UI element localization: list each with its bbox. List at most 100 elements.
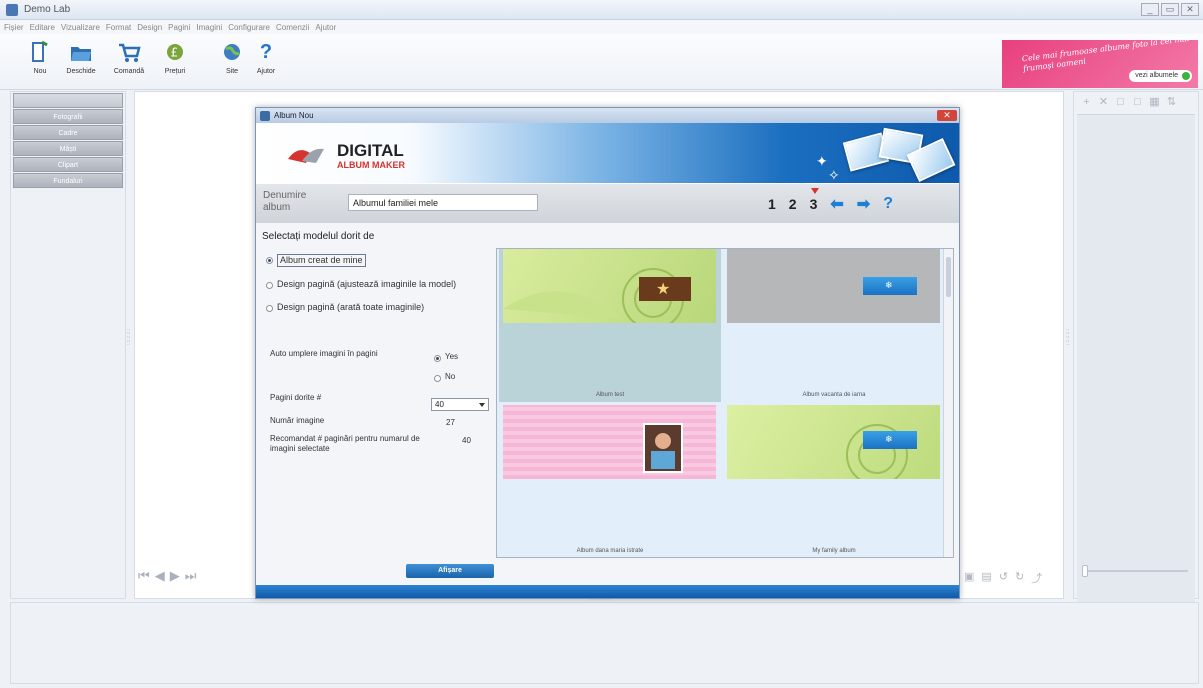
template-options: Album creat de mine Design pagină (ajust… xyxy=(266,254,494,325)
logo-subtitle: ALBUM MAKER xyxy=(337,160,405,170)
menu-edit[interactable]: Editare xyxy=(30,23,55,32)
back-arrow-icon[interactable]: ⬅ xyxy=(830,194,843,214)
menu-view[interactable]: Vizualizare xyxy=(61,23,100,32)
snowflake-icon: ❄ xyxy=(885,280,893,290)
dialog-icon xyxy=(260,110,270,121)
last-page-icon[interactable]: ⏭ xyxy=(185,568,197,584)
auto-fill-yes[interactable]: Yes xyxy=(434,352,458,362)
menu-settings[interactable]: Configurare xyxy=(228,23,270,32)
gallery-scrollbar[interactable] xyxy=(943,249,953,557)
left-nav-item-1[interactable] xyxy=(13,93,123,108)
logo-mark-icon xyxy=(288,148,324,163)
left-splitter[interactable]: :::::::: xyxy=(127,329,130,347)
left-nav-item-backgrounds[interactable]: Fundaluri xyxy=(13,173,123,188)
menu-pages[interactable]: Pagini xyxy=(168,23,190,32)
menu-help[interactable]: Ajutor xyxy=(315,23,336,32)
fit-icon[interactable]: ▣ xyxy=(964,570,974,586)
app-title: Demo Lab xyxy=(24,4,71,15)
step-1[interactable]: 1 xyxy=(768,196,776,212)
title-bar: Demo Lab _ ▭ ✕ xyxy=(0,0,1203,20)
step-2[interactable]: 2 xyxy=(789,196,797,212)
zoom-slider-track[interactable] xyxy=(1084,570,1188,572)
open-button[interactable]: Deschide xyxy=(58,40,104,75)
menu-images[interactable]: Imagini xyxy=(196,23,222,32)
sparkle-icon: ✦ xyxy=(816,153,828,169)
auto-fill-label: Auto umplere imagini în pagini xyxy=(270,349,378,358)
auto-fill-no[interactable]: No xyxy=(434,372,455,382)
layout-icon[interactable]: ▤ xyxy=(981,570,991,586)
canvas-tools: ▣ ▤ ↺ ↻ ⤴ xyxy=(964,570,1042,586)
cart-icon xyxy=(117,40,141,64)
page-icon[interactable]: □ xyxy=(1114,96,1127,109)
page-navigation: ⏮ ◀ ▶ ⏭ xyxy=(138,568,196,584)
order-button[interactable]: Comandă xyxy=(106,40,152,75)
radio-custom-album[interactable] xyxy=(266,257,273,264)
app-icon xyxy=(6,3,18,16)
radio-auto-fill-yes[interactable] xyxy=(434,355,441,362)
image-count-value: 27 xyxy=(446,418,455,427)
menu-orders[interactable]: Comenzii xyxy=(276,23,309,32)
template-card[interactable]: ❄ My family album xyxy=(723,405,945,557)
promo-button[interactable]: vezi albumele xyxy=(1129,70,1192,82)
radio-design-fit[interactable] xyxy=(266,282,273,289)
pages-select[interactable]: 40 xyxy=(431,398,489,411)
first-page-icon[interactable]: ⏮ xyxy=(138,568,150,584)
help-button[interactable]: ? Ajutor xyxy=(243,40,289,76)
close-window-button[interactable]: ✕ xyxy=(1181,3,1199,16)
new-document-icon xyxy=(28,40,52,64)
template-card-selected[interactable]: ★ Album test xyxy=(499,249,721,402)
pages-label: Pagini dorite # xyxy=(270,393,322,402)
template-card[interactable]: ❄ Album vacanta de iarna xyxy=(723,249,945,402)
remove-icon[interactable]: ✕ xyxy=(1097,96,1110,109)
dialog-help-icon[interactable]: ? xyxy=(883,195,893,213)
forward-arrow-icon[interactable]: ➡ xyxy=(857,194,870,214)
menu-format[interactable]: Format xyxy=(106,23,131,32)
left-nav-item-photos[interactable]: Fotografii xyxy=(13,109,123,124)
right-panel: + ✕ □ □ ▦ ⇅ xyxy=(1073,91,1199,634)
prices-button[interactable]: £ Prețuri xyxy=(152,40,198,75)
menu-file[interactable]: Fișier xyxy=(4,23,24,32)
template-card[interactable]: Album dana maria istrate xyxy=(499,405,721,557)
undo-icon[interactable]: ↺ xyxy=(999,570,1008,586)
left-nav-panel: Fotografii Cadre Măști Clipart Fundaluri xyxy=(10,91,126,599)
dialog-banner: DIGITAL ALBUM MAKER ✦ ✧ xyxy=(256,123,959,183)
left-nav-item-clipart[interactable]: Clipart xyxy=(13,157,123,172)
step-3-current[interactable]: 3 xyxy=(810,188,819,212)
radio-auto-fill-no[interactable] xyxy=(434,375,441,382)
template-thumbnail: ❄ xyxy=(727,249,940,323)
option-design-all[interactable]: Design pagină (arată toate imaginile) xyxy=(266,302,494,313)
scrollbar-thumb[interactable] xyxy=(946,257,951,297)
redo-icon[interactable]: ↻ xyxy=(1015,570,1024,586)
new-button[interactable]: Nou xyxy=(17,40,63,75)
minimize-button[interactable]: _ xyxy=(1141,3,1159,16)
globe-icon xyxy=(220,40,244,64)
zoom-slider-thumb[interactable] xyxy=(1082,565,1088,577)
template-thumbnail: ★ xyxy=(503,249,716,323)
right-splitter[interactable]: :::::::: xyxy=(1066,329,1069,347)
promo-banner[interactable]: Cele mai frumoase albume foto la cei mai… xyxy=(1002,34,1198,88)
recommended-value: 40 xyxy=(462,436,471,445)
prev-page-icon[interactable]: ◀ xyxy=(155,568,165,584)
maximize-button[interactable]: ▭ xyxy=(1161,3,1179,16)
pages-list[interactable] xyxy=(1077,114,1195,634)
pages-select-value: 40 xyxy=(435,400,444,409)
menu-design[interactable]: Design xyxy=(137,23,162,32)
template-caption: Album vacanta de iarna xyxy=(802,392,866,398)
add-icon[interactable]: + xyxy=(1080,96,1093,109)
copy-icon[interactable]: □ xyxy=(1131,96,1144,109)
option-design-fit[interactable]: Design pagină (ajustează imaginile la mo… xyxy=(266,279,494,290)
export-icon[interactable]: ⤴ xyxy=(1031,570,1042,586)
help-icon: ? xyxy=(259,40,273,63)
left-nav-item-frames[interactable]: Cadre xyxy=(13,125,123,140)
next-page-icon[interactable]: ▶ xyxy=(170,568,180,584)
open-folder-icon xyxy=(69,40,93,64)
apply-button[interactable]: Afișare xyxy=(406,564,494,578)
dialog-close-button[interactable]: ✕ xyxy=(937,110,957,121)
sort-icon[interactable]: ⇅ xyxy=(1165,96,1178,109)
grid-icon[interactable]: ▦ xyxy=(1148,96,1161,109)
left-nav-item-masks[interactable]: Măști xyxy=(13,141,123,156)
new-album-dialog: Album Nou ✕ DIGITAL ALBUM MAKER ✦ ✧ Denu… xyxy=(255,107,960,599)
option-custom-album[interactable]: Album creat de mine xyxy=(266,254,494,267)
album-name-input[interactable] xyxy=(348,194,538,211)
radio-design-all[interactable] xyxy=(266,305,273,312)
